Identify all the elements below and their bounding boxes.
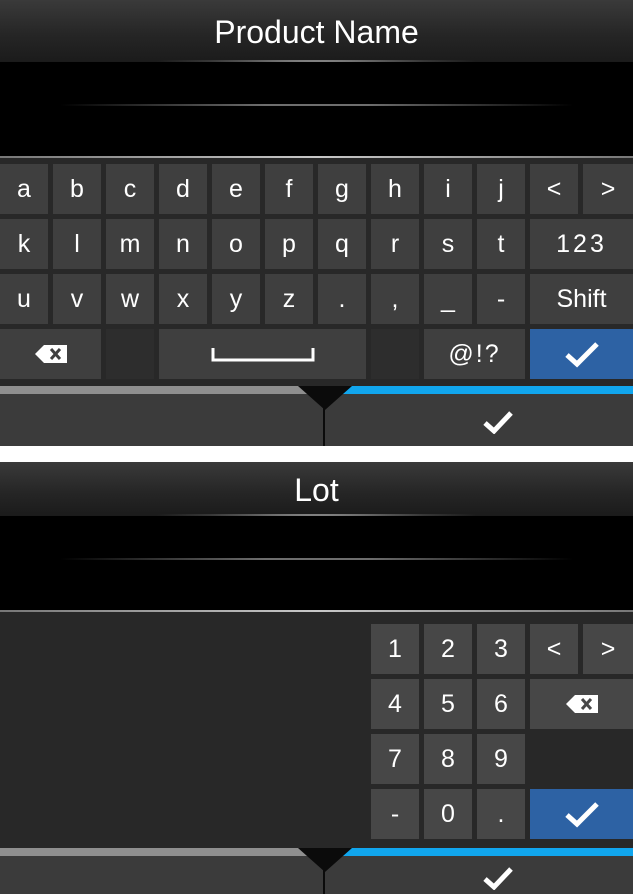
key-y[interactable]: y — [212, 274, 260, 324]
key-u[interactable]: u — [0, 274, 48, 324]
key-a[interactable]: a — [0, 164, 48, 214]
backspace-key[interactable] — [530, 679, 633, 729]
footer-indicator-right — [332, 848, 633, 856]
checkmark-icon — [483, 867, 513, 890]
key-v[interactable]: v — [53, 274, 101, 324]
cursor-right-key[interactable]: > — [583, 624, 633, 674]
enter-key[interactable] — [530, 329, 633, 379]
key-z[interactable]: z — [265, 274, 313, 324]
footer-notch — [298, 386, 352, 410]
key-underscore[interactable]: _ — [424, 274, 472, 324]
footer-bar — [0, 386, 633, 446]
key-h[interactable]: h — [371, 164, 419, 214]
backspace-icon — [34, 345, 67, 363]
shift-key[interactable]: Shift — [530, 274, 633, 324]
key-period[interactable]: . — [318, 274, 366, 324]
key-hyphen[interactable]: - — [477, 274, 525, 324]
key-d[interactable]: d — [159, 164, 207, 214]
key-4[interactable]: 4 — [371, 679, 419, 729]
footer-indicator-left — [0, 848, 318, 856]
key-b[interactable]: b — [53, 164, 101, 214]
key-minus[interactable]: - — [371, 789, 419, 839]
cursor-left-key[interactable]: < — [530, 164, 578, 214]
key-k[interactable]: k — [0, 219, 48, 269]
footer-divider — [323, 858, 325, 894]
key-1[interactable]: 1 — [371, 624, 419, 674]
footer-indicator-left — [0, 386, 318, 394]
key-n[interactable]: n — [159, 219, 207, 269]
key-9[interactable]: 9 — [477, 734, 525, 784]
confirm-button[interactable] — [470, 862, 526, 894]
key-7[interactable]: 7 — [371, 734, 419, 784]
key-5[interactable]: 5 — [424, 679, 472, 729]
numeric-keypad: 1 2 3 < > 4 5 6 7 8 9 - 0 . — [0, 612, 633, 848]
backspace-key[interactable] — [0, 329, 101, 379]
cursor-left-key[interactable]: < — [530, 624, 578, 674]
key-q[interactable]: q — [318, 219, 366, 269]
checkmark-icon — [564, 802, 599, 828]
checkmark-icon — [564, 342, 599, 368]
key-t[interactable]: t — [477, 219, 525, 269]
back-button[interactable] — [0, 386, 323, 446]
blank-key — [371, 329, 419, 379]
alpha-keyboard: a b c d e f g h i j < > k l m n o p q r … — [0, 158, 633, 386]
key-j[interactable]: j — [477, 164, 525, 214]
lot-screen: Lot 1 2 3 < > 4 5 6 7 8 9 - 0 . — [0, 462, 633, 894]
page-title: Lot — [0, 462, 633, 516]
key-3[interactable]: 3 — [477, 624, 525, 674]
key-r[interactable]: r — [371, 219, 419, 269]
enter-key[interactable] — [530, 789, 633, 839]
symbols-key[interactable]: @!? — [424, 329, 525, 379]
key-l[interactable]: l — [53, 219, 101, 269]
key-comma[interactable]: , — [371, 274, 419, 324]
cursor-right-key[interactable]: > — [583, 164, 633, 214]
input-underline — [60, 558, 573, 560]
footer-divider — [323, 396, 325, 446]
space-key[interactable] — [159, 329, 366, 379]
key-i[interactable]: i — [424, 164, 472, 214]
key-f[interactable]: f — [265, 164, 313, 214]
footer-indicator-right — [332, 386, 633, 394]
checkmark-icon — [483, 411, 513, 434]
text-input-field[interactable] — [0, 516, 633, 612]
page-title: Product Name — [0, 0, 633, 62]
key-c[interactable]: c — [106, 164, 154, 214]
key-s[interactable]: s — [424, 219, 472, 269]
key-6[interactable]: 6 — [477, 679, 525, 729]
blank-key — [106, 329, 154, 379]
key-e[interactable]: e — [212, 164, 260, 214]
key-2[interactable]: 2 — [424, 624, 472, 674]
key-decimal[interactable]: . — [477, 789, 525, 839]
input-underline — [60, 104, 573, 106]
key-m[interactable]: m — [106, 219, 154, 269]
product-name-screen: Product Name a b c d e f g h i j < > k l… — [0, 0, 633, 446]
key-8[interactable]: 8 — [424, 734, 472, 784]
key-w[interactable]: w — [106, 274, 154, 324]
footer-notch — [298, 848, 352, 872]
text-input-field[interactable] — [0, 62, 633, 158]
footer-bar — [0, 848, 633, 894]
space-bar-icon — [211, 348, 314, 362]
confirm-button[interactable] — [470, 406, 526, 438]
key-x[interactable]: x — [159, 274, 207, 324]
key-o[interactable]: o — [212, 219, 260, 269]
key-p[interactable]: p — [265, 219, 313, 269]
key-g[interactable]: g — [318, 164, 366, 214]
key-0[interactable]: 0 — [424, 789, 472, 839]
numbers-mode-key[interactable]: 123 — [530, 219, 633, 269]
backspace-icon — [565, 695, 598, 713]
